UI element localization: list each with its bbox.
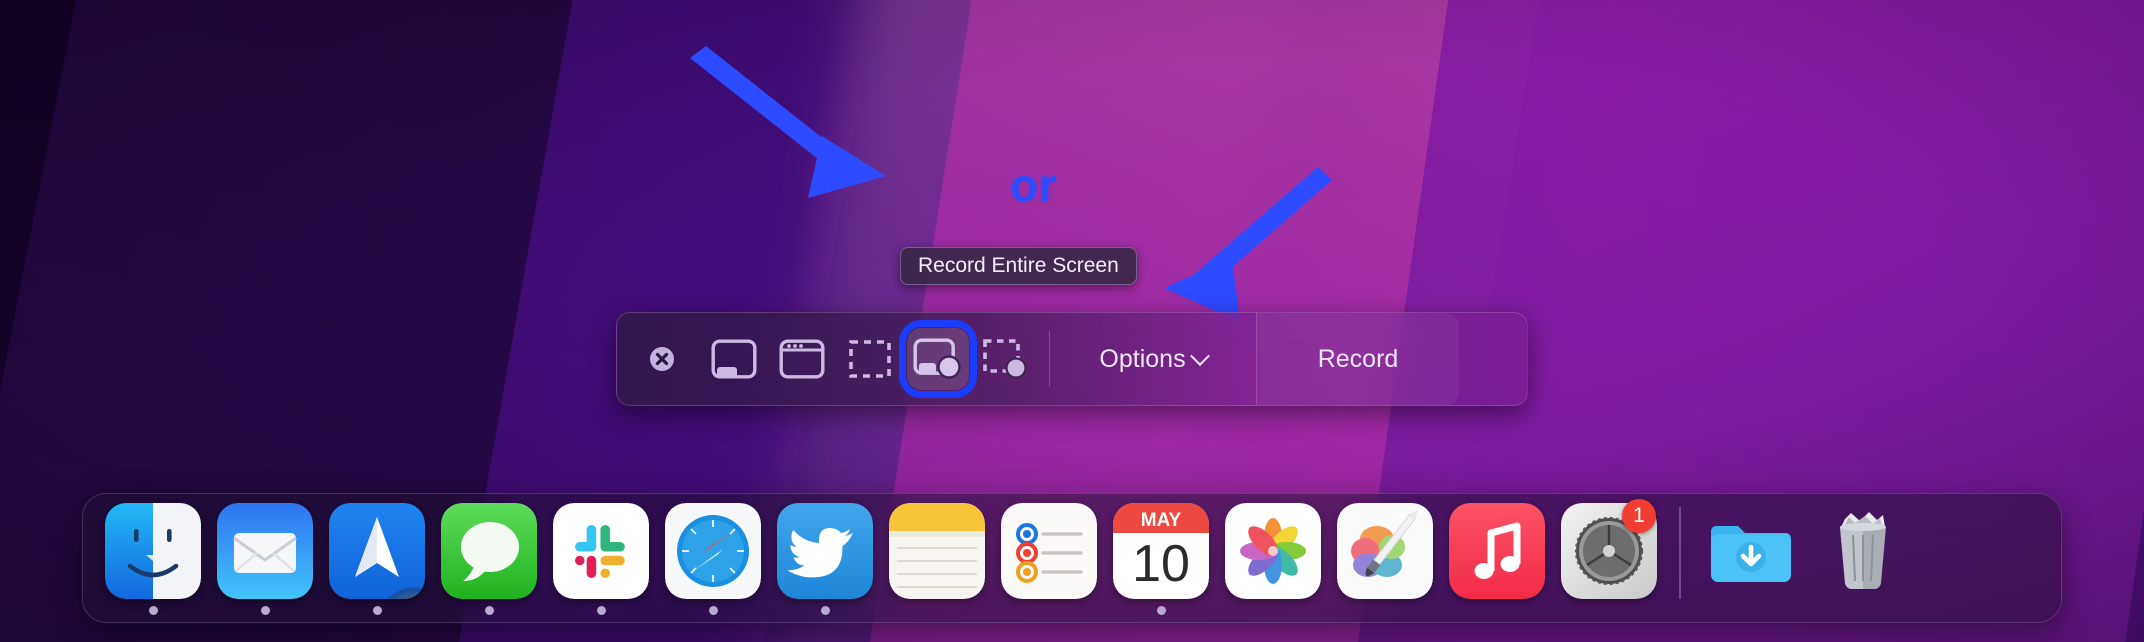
dock-item-finder[interactable] (97, 503, 209, 621)
reminders-icon (1001, 503, 1097, 599)
dashed-rect-record-icon (983, 339, 1027, 379)
dock-running-indicator (596, 606, 606, 615)
dock-running-indicator (148, 606, 158, 615)
dock-running-indicator (372, 606, 382, 615)
dock-item-messages[interactable] (433, 503, 545, 621)
capture-selected-window-button[interactable] (771, 328, 833, 390)
twitter-icon (777, 503, 873, 599)
slack-icon (553, 503, 649, 599)
finder-icon (105, 503, 201, 599)
or-annotation-label: or (1010, 159, 1057, 211)
trash-icon (1815, 503, 1911, 599)
dock-item-spark[interactable] (321, 503, 433, 621)
dock-item-reminders[interactable] (993, 503, 1105, 621)
dashed-rect-icon (849, 340, 891, 378)
dock-item-slack[interactable] (545, 503, 657, 621)
record-entire-screen-button[interactable] (899, 320, 977, 398)
window-icon (779, 339, 825, 379)
close-icon (650, 347, 674, 371)
svg-text:10: 10 (1132, 535, 1190, 593)
dock-running-indicator (484, 606, 494, 615)
capture-mode-group (699, 313, 1037, 405)
screen-record-icon (913, 338, 961, 379)
screen-icon (711, 339, 757, 379)
chevron-down-icon (1189, 346, 1210, 367)
dock-running-indicator (708, 606, 718, 615)
dock-item-notes[interactable] (881, 503, 993, 621)
desktop-screen: or Record Entire Screen Options Record M… (0, 0, 2144, 642)
dock-running-indicator (260, 606, 270, 615)
options-label: Options (1099, 344, 1186, 373)
close-button[interactable] (631, 328, 693, 390)
downloads-folder-icon (1703, 503, 1799, 599)
dock-running-indicator (820, 606, 830, 615)
dock: MAY 10 1 (82, 493, 2062, 623)
record-label: Record (1317, 344, 1399, 373)
dock-item-twitter[interactable] (769, 503, 881, 621)
pixelmator-icon (1337, 503, 1433, 599)
screenshot-toolbar: Options Record (616, 312, 1528, 406)
tooltip-text: Record Entire Screen (918, 254, 1119, 277)
dock-item-photos[interactable] (1217, 503, 1329, 621)
svg-text:MAY: MAY (1141, 510, 1182, 531)
music-icon (1449, 503, 1545, 599)
photos-icon (1225, 503, 1321, 599)
system-preferences-badge: 1 (1622, 499, 1656, 533)
calendar-icon: MAY 10 (1113, 503, 1209, 599)
dock-item-downloads-folder[interactable] (1695, 503, 1807, 621)
notes-icon (889, 503, 985, 599)
dock-item-system-preferences[interactable]: 1 (1553, 499, 1665, 621)
capture-selected-portion-button[interactable] (839, 328, 901, 390)
dock-item-music[interactable] (1441, 503, 1553, 621)
dock-item-pixelmator[interactable] (1329, 503, 1441, 621)
dock-item-mail[interactable] (209, 503, 321, 621)
dock-item-trash[interactable] (1807, 503, 1919, 621)
messages-icon (441, 503, 537, 599)
dock-running-indicator (1156, 606, 1166, 615)
record-button[interactable]: Record (1257, 313, 1459, 405)
mail-icon (217, 503, 313, 599)
options-button[interactable]: Options (1050, 313, 1256, 405)
dock-separator (1679, 507, 1681, 599)
toolbar-close-group (617, 313, 699, 405)
record-selected-portion-button[interactable] (975, 328, 1037, 390)
capture-entire-screen-button[interactable] (703, 328, 765, 390)
spark-icon (329, 503, 425, 599)
record-entire-screen-tooltip: Record Entire Screen (900, 247, 1137, 285)
dock-item-calendar[interactable]: MAY 10 (1105, 503, 1217, 621)
dock-item-safari[interactable] (657, 503, 769, 621)
safari-icon (665, 503, 761, 599)
